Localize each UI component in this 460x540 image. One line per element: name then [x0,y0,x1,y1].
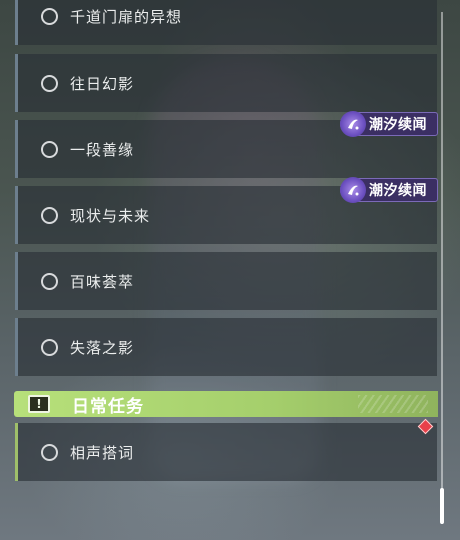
daily-quest-section-header[interactable]: ! 日常任务 [14,391,438,417]
quest-status-ring-icon [41,140,58,158]
tidal-quest-icon [340,111,366,137]
header-decoration [358,395,428,413]
quest-label: 往日幻影 [70,74,135,93]
quest-status-ring-icon [41,338,58,356]
scrollbar-track[interactable] [441,12,443,524]
quest-tag-badge: 潮汐续闻 [340,111,438,137]
quest-label: 现状与未来 [70,206,151,225]
exclamation-icon: ! [28,395,50,413]
section-title: 日常任务 [72,396,144,417]
scrollbar-thumb[interactable] [440,488,444,524]
daily-quest-item[interactable]: 相声搭词 [15,423,437,481]
quest-label: 失落之影 [70,338,135,357]
quest-item[interactable]: 失落之影 [15,318,437,376]
quest-item[interactable]: 百味荟萃 [15,252,437,310]
quest-item[interactable]: 往日幻影 [15,54,437,112]
quest-tag-badge: 潮汐续闻 [340,177,438,203]
quest-label: 一段善缘 [70,140,135,159]
quest-status-ring-icon [41,206,58,224]
quest-label: 相声搭词 [70,443,135,462]
tidal-quest-icon [340,177,366,203]
quest-status-ring-icon [41,443,58,461]
quest-tag-label: 潮汐续闻 [369,117,427,133]
quest-status-ring-icon [41,272,58,290]
quest-tag-label: 潮汐续闻 [369,183,427,199]
quest-item[interactable]: 千道门扉的异想 [15,0,437,45]
quest-label: 千道门扉的异想 [70,7,183,26]
quest-status-ring-icon [41,74,58,92]
quest-status-ring-icon [41,7,58,25]
quest-label: 百味荟萃 [70,272,135,291]
